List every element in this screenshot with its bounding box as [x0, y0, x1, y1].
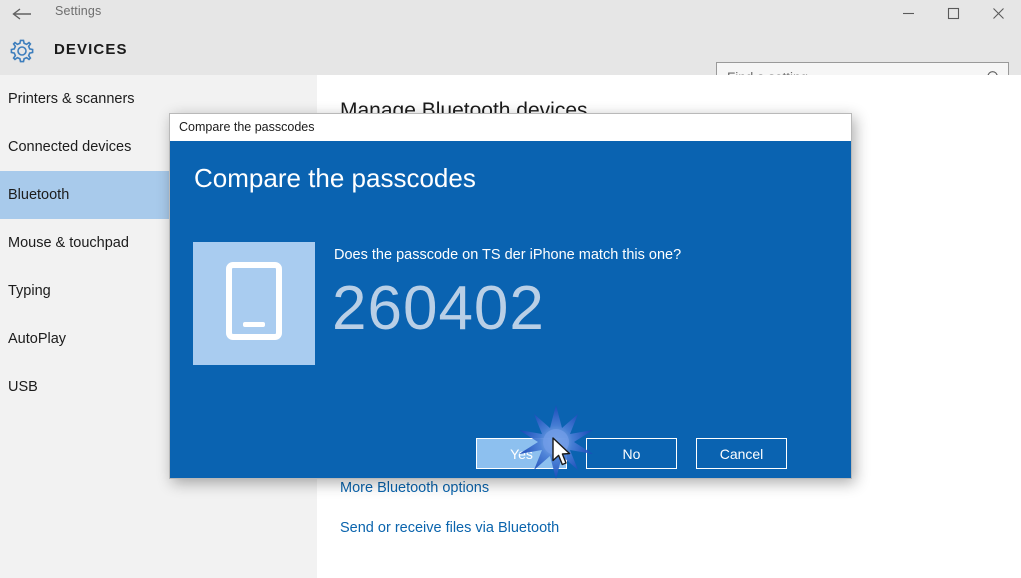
- page-title: DEVICES: [54, 41, 128, 58]
- close-icon[interactable]: [976, 0, 1021, 27]
- sidebar-item-label: Typing: [8, 283, 51, 299]
- dialog-titlebar: Compare the passcodes: [170, 114, 851, 141]
- cancel-button[interactable]: Cancel: [696, 438, 787, 469]
- sidebar-item-label: Bluetooth: [8, 187, 70, 203]
- more-bluetooth-options-link[interactable]: More Bluetooth options: [340, 480, 489, 496]
- compare-passcodes-dialog: Compare the passcodes Compare the passco…: [169, 113, 852, 479]
- window-controls: [886, 0, 1021, 27]
- send-receive-files-link[interactable]: Send or receive files via Bluetooth: [340, 520, 559, 536]
- maximize-icon[interactable]: [931, 0, 976, 27]
- settings-window: Settings DEVICES Find a setting Printers…: [0, 0, 1021, 578]
- dialog-body: Compare the passcodes Does the passcode …: [170, 141, 851, 478]
- phone-icon: [226, 262, 282, 345]
- sidebar-item-label: Mouse & touchpad: [8, 235, 129, 251]
- minimize-icon[interactable]: [886, 0, 931, 27]
- page-header: DEVICES: [0, 27, 1021, 93]
- gear-icon: [8, 37, 36, 65]
- sidebar-item-label: AutoPlay: [8, 331, 67, 347]
- sidebar-item-label: Connected devices: [8, 139, 132, 155]
- back-arrow-icon[interactable]: [5, 0, 39, 27]
- window-title: Settings: [55, 4, 102, 18]
- device-tile: [193, 242, 315, 365]
- passcode-value: 260402: [332, 274, 545, 343]
- sidebar-item-label: Printers & scanners: [8, 91, 135, 107]
- yes-button[interactable]: Yes: [476, 438, 567, 469]
- dialog-question: Does the passcode on TS der iPhone match…: [334, 247, 682, 263]
- dialog-titlebar-text: Compare the passcodes: [179, 120, 315, 134]
- dialog-button-row: Yes No Cancel: [476, 438, 787, 469]
- window-titlebar: Settings: [0, 0, 1021, 27]
- no-button[interactable]: No: [586, 438, 677, 469]
- sidebar-item-label: USB: [8, 379, 38, 395]
- dialog-heading: Compare the passcodes: [194, 163, 476, 193]
